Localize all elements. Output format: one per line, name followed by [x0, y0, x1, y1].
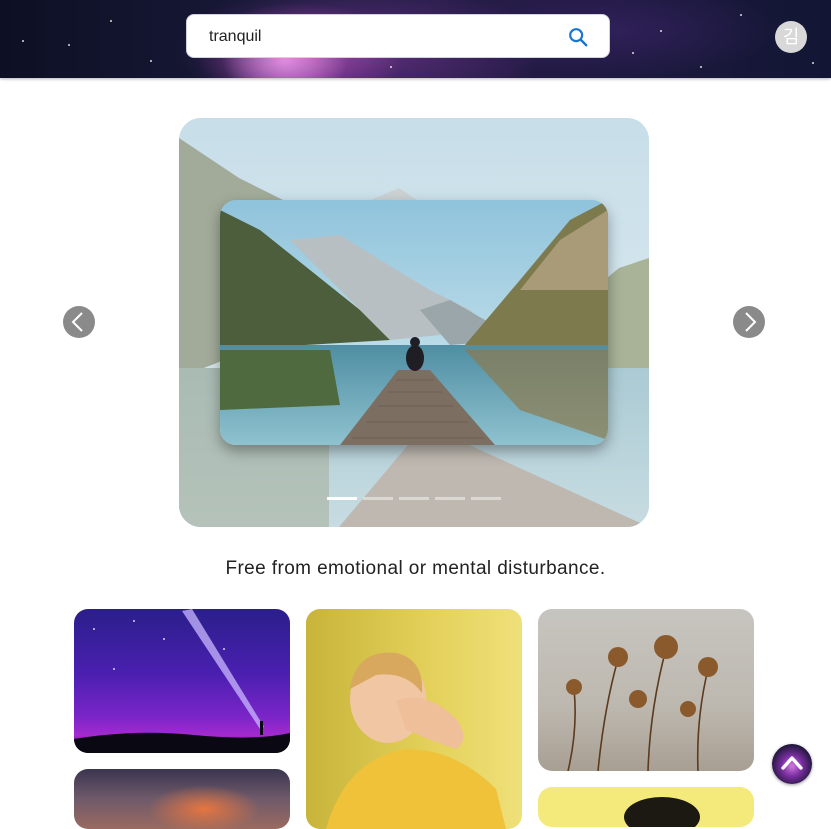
search-box[interactable] — [186, 14, 610, 59]
carousel-indicators — [327, 497, 501, 500]
star — [22, 40, 24, 42]
carousel-dot[interactable] — [327, 497, 357, 500]
star — [110, 20, 112, 22]
chevron-right-icon — [745, 312, 757, 332]
gallery-image-portrait[interactable] — [538, 787, 754, 827]
star — [68, 44, 70, 46]
word-definition: Free from emotional or mental disturbanc… — [225, 558, 606, 579]
gallery-image-sunset-clouds[interactable] — [74, 769, 290, 829]
star — [390, 66, 392, 68]
carousel-next-button[interactable] — [733, 306, 765, 338]
gallery-image-dried-flowers[interactable] — [538, 609, 754, 771]
star — [632, 52, 634, 54]
star — [150, 60, 152, 62]
carousel-slide-image — [220, 200, 608, 445]
carousel-dot[interactable] — [363, 497, 393, 500]
header-bar: 김 — [0, 0, 831, 78]
star — [660, 30, 662, 32]
carousel-dot[interactable] — [399, 497, 429, 500]
carousel-dot[interactable] — [471, 497, 501, 500]
star — [700, 66, 702, 68]
star — [740, 14, 742, 16]
scroll-to-top-button[interactable] — [772, 744, 812, 784]
search-input[interactable] — [207, 15, 551, 59]
star — [812, 62, 814, 64]
chevron-left-icon — [71, 312, 83, 332]
search-icon[interactable] — [567, 26, 589, 48]
avatar[interactable]: 김 — [775, 21, 807, 53]
chevron-up-icon — [781, 756, 803, 770]
carousel-prev-button[interactable] — [63, 306, 95, 338]
gallery-image-child[interactable] — [306, 609, 522, 829]
gallery-image-night-sky[interactable] — [74, 609, 290, 753]
image-carousel — [179, 118, 649, 527]
carousel-dot[interactable] — [435, 497, 465, 500]
